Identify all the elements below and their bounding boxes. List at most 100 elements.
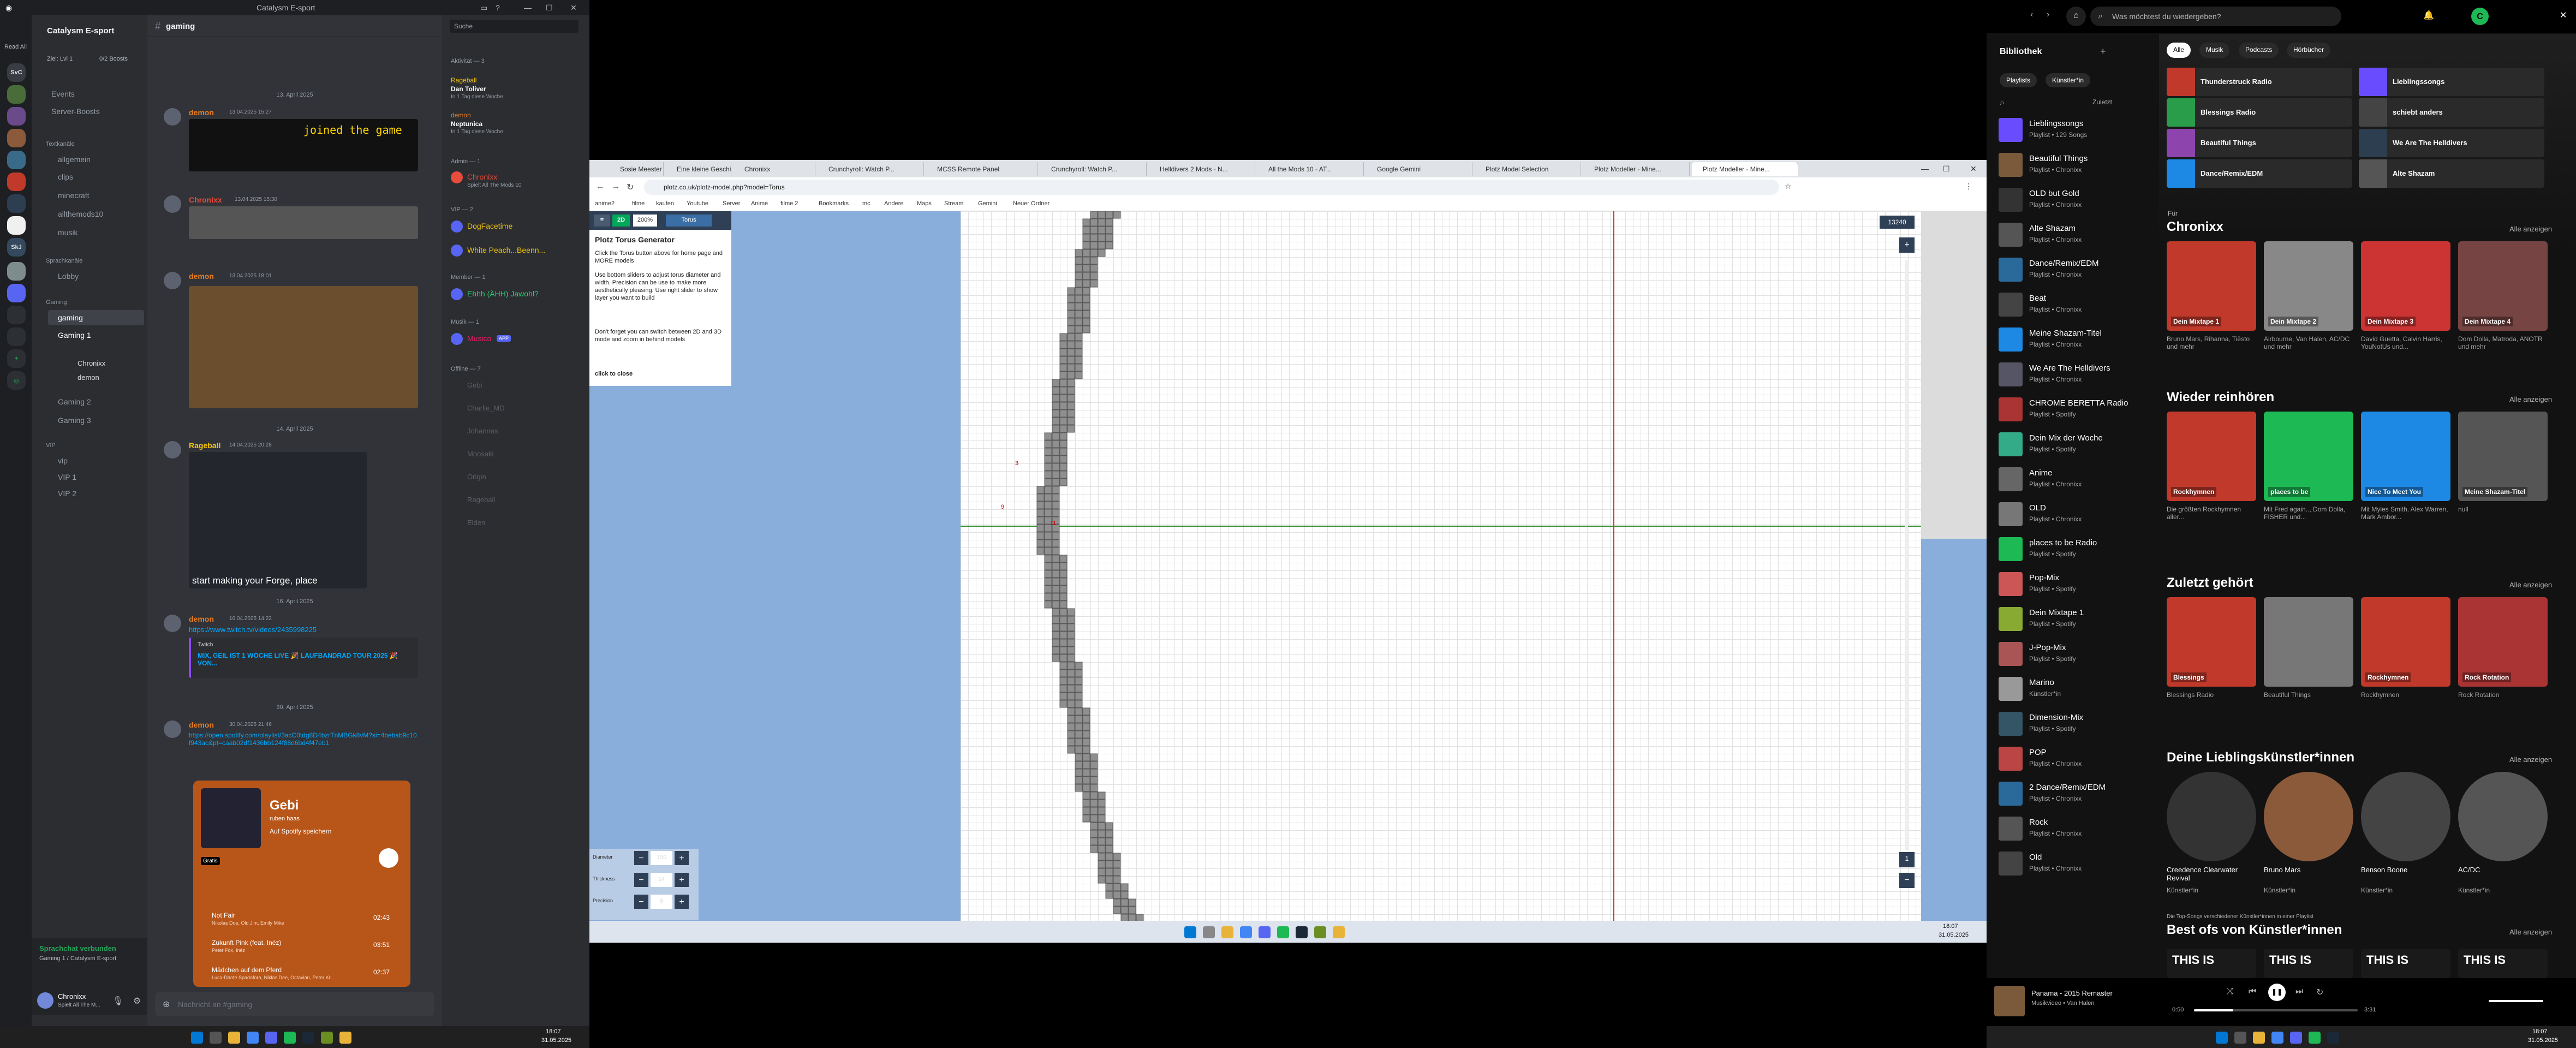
gear-icon[interactable]: ⚙ — [133, 996, 141, 1007]
section-title-best-of[interactable]: Best ofs von Künstler*innen — [2167, 922, 2342, 938]
channel-gaming[interactable]: gaming — [58, 313, 83, 322]
playlist-card[interactable]: Rockhymnen — [2167, 412, 2256, 501]
menu-icon[interactable]: ⋮ — [1965, 182, 1972, 191]
filter-artists[interactable]: Künstler*in — [2046, 73, 2091, 87]
tab[interactable]: Chronixx — [734, 162, 815, 176]
library-item[interactable]: Dance/Remix/EDM Playlist • Chronixx — [1999, 254, 2151, 287]
steam-icon[interactable] — [1296, 926, 1308, 938]
avatar[interactable]: C — [2471, 8, 2489, 25]
track-artist[interactable]: Musikvideo • Van Halen — [2031, 1000, 2095, 1007]
minimize-button[interactable]: — — [524, 3, 532, 12]
bookmark[interactable]: Maps — [917, 200, 932, 207]
library-item[interactable]: Old Playlist • Chronixx — [1999, 848, 2151, 881]
search-input[interactable]: ⌕ Was möchtest du wiedergeben? — [2090, 7, 2341, 26]
spotify-icon[interactable] — [284, 1032, 296, 1044]
library-item[interactable]: Alte Shazam Playlist • Chronixx — [1999, 219, 2151, 252]
member-offline[interactable]: Moosaki — [467, 450, 493, 458]
voice-channel-info[interactable]: Gaming 1 / Catalysm E-sport — [39, 955, 116, 962]
pause-button[interactable]: ❚❚ — [2268, 984, 2286, 1001]
playlist-card[interactable]: Rock Rotation — [2458, 597, 2548, 687]
previous-icon[interactable]: ⏮ — [2249, 987, 2256, 997]
minecraft-icon[interactable] — [321, 1032, 333, 1044]
channel-gaming-1[interactable]: Gaming 1 — [58, 331, 91, 340]
progress-bar[interactable] — [2194, 1009, 2358, 1011]
avatar[interactable] — [451, 288, 463, 300]
reload-icon[interactable]: ↻ — [627, 182, 634, 193]
diameter-value[interactable]: 150 — [651, 851, 672, 865]
save-on-spotify[interactable]: Auf Spotify speichern — [270, 827, 331, 835]
server-icon[interactable] — [7, 85, 26, 104]
clock-date[interactable]: 31.05.2025 — [541, 1037, 571, 1044]
library-item[interactable]: Beautiful Things Playlist • Chronixx — [1999, 150, 2151, 182]
twitch-embed[interactable]: Twitch MIX, GEIL IST 1 WOCHE LIVE 🎉 LAUF… — [189, 638, 418, 678]
category-gaming[interactable]: Gaming — [46, 299, 67, 306]
screenshot-image[interactable] — [189, 206, 418, 239]
library-item[interactable]: CHROME BERETTA Radio Playlist • Spotify — [1999, 394, 2151, 427]
library-item[interactable]: Meine Shazam-Titel Playlist • Chronixx — [1999, 324, 2151, 357]
explorer-icon[interactable] — [228, 1032, 240, 1044]
close-button[interactable]: ✕ — [570, 3, 577, 13]
bookmark[interactable]: mc — [862, 200, 870, 207]
server-icon[interactable] — [7, 129, 26, 147]
playlist-card[interactable]: Dein Mixtape 2 — [2264, 241, 2353, 331]
bookmark[interactable]: Bookmarks — [819, 200, 849, 207]
server-icon[interactable] — [7, 107, 26, 126]
library-title[interactable]: Bibliothek — [2000, 47, 2042, 57]
channel-clips[interactable]: clips — [58, 172, 73, 181]
show-all-link[interactable]: Alle anzeigen — [2509, 928, 2552, 936]
tab[interactable]: Helldivers 2 Mods - N... — [1149, 162, 1255, 176]
build-grid[interactable]: 3 9 11 — [961, 211, 1921, 937]
avatar[interactable] — [164, 441, 181, 458]
server-icon-svc[interactable]: SvC — [7, 63, 26, 82]
avatar[interactable] — [164, 108, 181, 126]
library-item[interactable]: J-Pop-Mix Playlist • Spotify — [1999, 639, 2151, 671]
channel-lobby[interactable]: Lobby — [58, 272, 79, 281]
server-icon[interactable] — [7, 194, 26, 213]
user-name[interactable]: Chronixx — [58, 992, 86, 1001]
track-title[interactable]: Panama - 2015 Remaster — [2031, 989, 2113, 997]
playlist-card[interactable]: Dein Mixtape 1 — [2167, 241, 2256, 331]
clock-time[interactable]: 18:07 — [546, 1028, 561, 1035]
avatar[interactable] — [164, 615, 181, 632]
gif-image[interactable]: joined the game — [189, 119, 418, 171]
bookmark[interactable]: anime2 — [595, 200, 615, 207]
help-icon[interactable]: ? — [496, 3, 500, 12]
member-chronixx[interactable]: Chronixx — [467, 172, 497, 181]
message-author[interactable]: demon — [189, 615, 214, 623]
this-is-card[interactable]: THIS IS — [2264, 949, 2353, 978]
library-item[interactable]: OLD Playlist • Chronixx — [1999, 499, 2151, 532]
message-author[interactable]: Chronixx — [189, 195, 222, 204]
member-offline[interactable]: Johannes — [467, 427, 498, 435]
server-name[interactable]: Catalysm E-sport — [47, 26, 114, 35]
tab[interactable]: Google Gemini — [1366, 162, 1472, 176]
channel-gaming-3[interactable]: Gaming 3 — [58, 416, 91, 425]
playlist-card[interactable]: Rockhymnen — [2361, 597, 2450, 687]
thickness-value[interactable]: 14 — [651, 873, 672, 887]
precision-plus-button[interactable]: + — [675, 895, 689, 909]
embed-title[interactable]: MIX, GEIL IST 1 WOCHE LIVE 🎉 LAUFBANDRAD… — [198, 652, 405, 667]
this-is-card[interactable]: THIS IS — [2167, 949, 2256, 978]
section-title[interactable]: Chronixx — [2167, 219, 2223, 235]
artist-card[interactable] — [2361, 772, 2450, 861]
message-author[interactable]: demon — [189, 272, 214, 281]
spotify-link[interactable]: https://open.spotify.com/playlist/3acC0t… — [189, 731, 418, 747]
avatar[interactable] — [451, 333, 463, 345]
inbox-icon[interactable]: ▭ — [480, 3, 487, 13]
close-help-link[interactable]: click to close — [595, 371, 633, 377]
back-icon[interactable]: ‹ — [2030, 10, 2033, 20]
steam-icon[interactable] — [302, 1032, 314, 1044]
channel-server-boosts[interactable]: Server-Boosts — [51, 107, 100, 116]
taskview-icon[interactable] — [1203, 926, 1215, 938]
layer-slider[interactable] — [1905, 260, 1908, 850]
voice-status[interactable]: Sprachchat verbunden — [39, 944, 116, 952]
clock-date[interactable]: 31.05.2025 — [1939, 932, 1969, 938]
avatar[interactable] — [451, 245, 463, 257]
maximize-button[interactable]: ☐ — [1943, 164, 1950, 174]
artist-card[interactable] — [2167, 772, 2256, 861]
steam-icon[interactable] — [2327, 1032, 2339, 1044]
clock-time[interactable]: 18:07 — [2532, 1028, 2548, 1035]
playlist-card[interactable]: places to be — [2264, 412, 2353, 501]
start-icon[interactable] — [1184, 926, 1196, 938]
add-server-icon[interactable]: + — [7, 349, 26, 368]
library-item[interactable]: Lieblingssongs Playlist • 129 Songs — [1999, 115, 2151, 147]
